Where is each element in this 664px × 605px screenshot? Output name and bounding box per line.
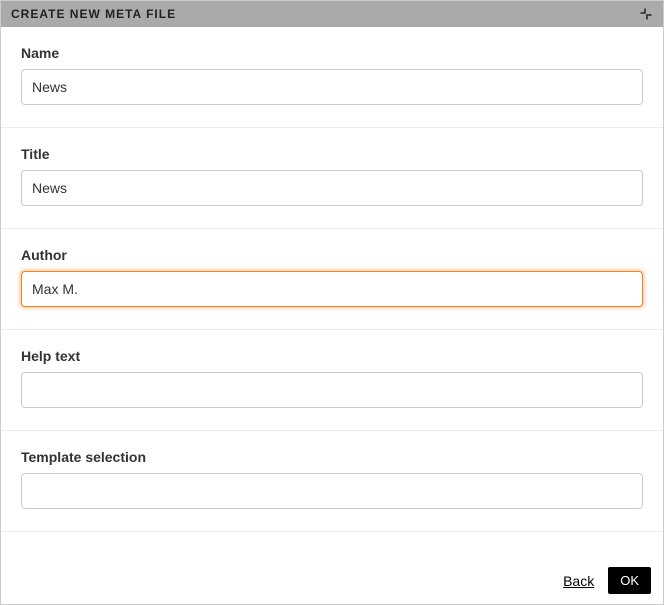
author-input[interactable] — [21, 271, 643, 307]
form-group-author: Author — [1, 229, 663, 330]
dialog-footer: Back OK — [1, 557, 663, 604]
collapse-icon[interactable] — [639, 7, 653, 21]
form-group-help-text: Help text — [1, 330, 663, 431]
form-group-template-selection: Template selection — [1, 431, 663, 532]
form-group-name: Name — [1, 27, 663, 128]
name-label: Name — [21, 45, 643, 61]
name-input[interactable] — [21, 69, 643, 105]
ok-button[interactable]: OK — [608, 567, 651, 594]
template-selection-label: Template selection — [21, 449, 643, 465]
create-meta-file-dialog: CREATE NEW META FILE Name Title Author H… — [0, 0, 664, 605]
help-text-input[interactable] — [21, 372, 643, 408]
title-label: Title — [21, 146, 643, 162]
dialog-body: Name Title Author Help text Template sel… — [1, 27, 663, 557]
author-label: Author — [21, 247, 643, 263]
help-text-label: Help text — [21, 348, 643, 364]
form-group-title: Title — [1, 128, 663, 229]
dialog-title: CREATE NEW META FILE — [11, 7, 176, 21]
dialog-header: CREATE NEW META FILE — [1, 1, 663, 27]
template-selection-input[interactable] — [21, 473, 643, 509]
title-input[interactable] — [21, 170, 643, 206]
back-link[interactable]: Back — [563, 573, 594, 589]
